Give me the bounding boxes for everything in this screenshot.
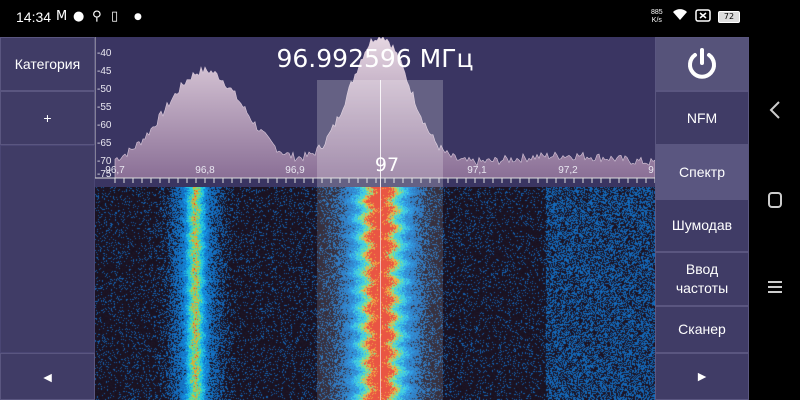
add-button[interactable]: +: [0, 91, 95, 145]
status-bar: 14:34 M ● ⚲ ▯ ● 885 K/s 72: [0, 0, 800, 36]
left-panel: Категория + ◄: [0, 37, 95, 400]
x-tick: 97,1: [467, 165, 487, 176]
y-tick: -50: [97, 84, 112, 95]
mode-button[interactable]: NFM: [655, 91, 749, 145]
right-panel: NFM Спектр Шумодав Ввод частоты Сканер ►: [655, 37, 749, 400]
waterfall-display[interactable]: [95, 187, 655, 400]
squelch-button[interactable]: Шумодав: [655, 199, 749, 252]
left-panel-empty: [0, 145, 95, 353]
gmail-icon: M: [56, 9, 68, 24]
spectrum-plot[interactable]: -40 -45 -50 -55 -60 -65 -70 -75 96,7 96,…: [95, 37, 655, 187]
battery-indicator: 72: [718, 11, 740, 23]
no-sim-icon: [695, 9, 711, 26]
x-tick: 96,9: [285, 165, 305, 176]
x-tick: 97,2: [558, 165, 578, 176]
next-button[interactable]: ►: [655, 353, 749, 400]
x-tick: 9: [648, 165, 654, 176]
network-speed: 885 K/s: [651, 9, 663, 24]
status-time: 14:34: [16, 9, 52, 25]
dot-icon: ●: [134, 12, 142, 22]
x-tick: 96,7: [105, 165, 125, 176]
frequency-input-button[interactable]: Ввод частоты: [655, 252, 749, 306]
x-tick: 96,8: [195, 165, 215, 176]
circle-icon: ●: [73, 9, 85, 24]
y-tick: -55: [97, 102, 112, 113]
system-nav-bar: [749, 36, 800, 400]
home-icon[interactable]: [749, 190, 800, 215]
frequency-readout[interactable]: 96.992596 МГц: [95, 44, 655, 73]
location-icon: ⚲: [92, 9, 102, 24]
center-frequency-label: 97: [374, 154, 400, 176]
waterfall-cursor: [380, 187, 381, 400]
power-icon: [688, 48, 716, 79]
spectrum-button[interactable]: Спектр: [655, 145, 749, 199]
back-icon[interactable]: [749, 100, 800, 126]
y-tick: -60: [97, 120, 112, 131]
scanner-button[interactable]: Сканер: [655, 306, 749, 353]
category-button[interactable]: Категория: [0, 37, 95, 91]
recents-icon[interactable]: [749, 276, 800, 301]
sim-icon: ▯: [111, 9, 119, 24]
power-button[interactable]: [655, 37, 749, 91]
wifi-icon: [672, 8, 688, 26]
y-tick: -65: [97, 138, 112, 149]
prev-button[interactable]: ◄: [0, 353, 95, 400]
